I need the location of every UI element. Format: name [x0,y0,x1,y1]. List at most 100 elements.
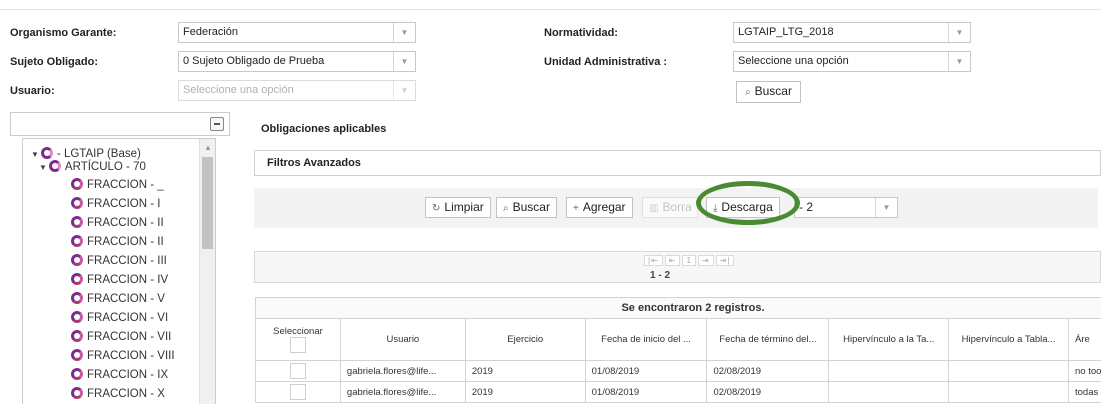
fraccion-icon [71,178,83,190]
buscar-button[interactable]: ⌕ Buscar [496,197,557,218]
tree-item[interactable]: FRACCION - V [71,292,165,305]
last-page-icon[interactable]: ⇥| [715,255,735,266]
tree-node-root-label: - LGTAIP (Base) [56,148,141,160]
tree-item[interactable]: FRACCION - X [71,387,165,400]
col-header[interactable]: Áre [1068,318,1101,361]
borrar-button[interactable]: ▥ Borra [642,197,698,218]
agregar-button[interactable]: + Agregar [566,197,633,218]
cell-ejercicio: 2019 [464,381,586,403]
current-page[interactable]: 1 [682,255,696,266]
tree-item[interactable]: FRACCION - II [71,235,164,248]
folder-gear-icon [40,147,53,159]
col-header[interactable]: Usuario [339,318,466,361]
tree-item[interactable]: FRACCION - III [71,254,167,267]
format-select[interactable]: - 2 ▼ [794,197,898,218]
expand-toggle-icon[interactable]: ▼ [31,150,39,159]
filtros-avanzados-panel[interactable]: Filtros Avanzados [254,150,1101,176]
usuario-placeholder: Seleccione una opción [183,84,294,96]
fraccion-icon [71,387,83,399]
unidad-label: Unidad Administrativa : [544,56,668,68]
first-page-icon[interactable]: |⇤ [644,255,663,266]
agregar-label: Agregar [582,200,626,214]
cell-ejercicio: 2019 [464,360,586,382]
tree-node-root[interactable]: ▼ - LGTAIP (Base) [31,147,141,160]
tree-item[interactable]: FRACCION - I [71,197,160,210]
tree-item[interactable]: FRACCION - VII [71,330,171,343]
next-page-icon[interactable]: ⇥ [697,255,714,266]
tree-item[interactable]: FRACCION - VI [71,311,168,324]
tree-item[interactable]: FRACCION - IV [71,273,168,286]
limpiar-button[interactable]: ↻ Limpiar [425,197,491,218]
cell-inicio: 01/08/2019 [584,360,708,382]
unidad-select[interactable]: Seleccione una opción ▼ [733,51,971,72]
scroll-thumb[interactable] [202,157,213,249]
chevron-down-icon: ▼ [393,81,415,100]
refresh-icon: ↻ [432,203,441,214]
sujeto-select[interactable]: 0 Sujeto Obligado de Prueba ▼ [178,51,416,72]
col-header[interactable]: Fecha de inicio del ... [584,318,708,361]
tree-item[interactable]: FRACCION - _ [71,178,164,191]
tree-panel: ▲ ▼ - LGTAIP (Base) ▼ ARTÍCULO - 70 FRACCI… [22,138,216,404]
unidad-value: Seleccione una opción [738,55,849,67]
search-icon: ⌕ [745,87,751,98]
fraccion-icon [71,368,83,380]
fraccion-icon [71,273,83,285]
fraccion-icon [71,330,83,342]
tree-item[interactable]: FRACCION - IX [71,368,168,381]
buscar-filter-label: Buscar [754,84,792,98]
col-header[interactable]: Fecha de término del... [706,318,830,361]
chevron-down-icon: ▼ [948,52,970,71]
sujeto-label: Sujeto Obligado: [10,56,98,68]
prev-page-icon[interactable]: ⇤ [664,255,681,266]
row-select-cell [255,381,341,403]
tree-item-label: FRACCION - II [87,217,164,229]
select-header-label: Seleccionar [273,326,323,337]
col-header[interactable]: Hipervínculo a Tabla... [948,318,1069,361]
trash-icon: ▥ [649,203,659,214]
organismo-select[interactable]: Federación ▼ [178,22,416,43]
cell-termino: 02/08/2019 [706,360,830,382]
normatividad-select[interactable]: LGTAIP_LTG_2018 ▼ [733,22,971,43]
organismo-label: Organismo Garante: [10,27,117,39]
col-header[interactable]: Hipervínculo a la Ta... [828,318,950,361]
fraccion-icon [71,311,83,323]
cell-inicio: 01/08/2019 [584,381,708,403]
scroll-up-icon[interactable]: ▲ [204,143,212,152]
filtros-avanzados-label: Filtros Avanzados [267,157,361,169]
top-divider [0,9,1101,10]
table-row[interactable]: gabriela.flores@life... 2019 01/08/2019 … [255,381,1101,403]
limpiar-label: Limpiar [444,200,484,214]
fraccion-icon [71,235,83,247]
buscar-label: Buscar [512,200,550,214]
tree-item[interactable]: FRACCION - II [71,216,164,229]
row-checkbox[interactable] [289,384,306,400]
chevron-down-icon: ▼ [875,198,897,217]
col-header[interactable]: Ejercicio [464,318,586,361]
tree-node-article[interactable]: ▼ ARTÍCULO - 70 [39,160,146,173]
tree-item-label: FRACCION - VI [87,312,169,324]
table-row[interactable]: gabriela.flores@life... 2019 01/08/2019 … [255,360,1101,382]
normatividad-label: Normatividad: [544,27,618,39]
expand-toggle-icon[interactable]: ▼ [39,163,47,172]
tree-item[interactable]: FRACCION - VIII [71,349,175,362]
tree-item-label: FRACCION - X [87,388,165,400]
fraccion-icon [71,216,83,228]
buscar-filter-button[interactable]: ⌕ Buscar [736,81,801,103]
fraccion-icon [71,197,83,209]
pager-nav: |⇤ ⇤ 1 ⇥ ⇥| [644,255,736,266]
row-checkbox[interactable] [289,363,306,379]
tree-item-label: FRACCION - VII [87,331,172,343]
tree-search-bar[interactable] [10,112,230,136]
usuario-select[interactable]: Seleccione una opción ▼ [178,80,416,101]
tree-item-label: FRACCION - II [87,236,164,248]
annotation-highlight-circle [696,181,800,225]
cell-termino: 02/08/2019 [706,381,830,403]
tree-item-label: FRACCION - IX [87,369,169,381]
collapse-icon[interactable] [210,117,224,131]
normatividad-value: LGTAIP_LTG_2018 [738,26,834,38]
tree-scrollbar[interactable]: ▲ [199,139,215,404]
tree-item-label: FRACCION - III [87,255,167,267]
chevron-down-icon: ▼ [393,23,415,42]
select-all-checkbox[interactable] [289,337,306,353]
cell-area: todas [1068,381,1101,403]
